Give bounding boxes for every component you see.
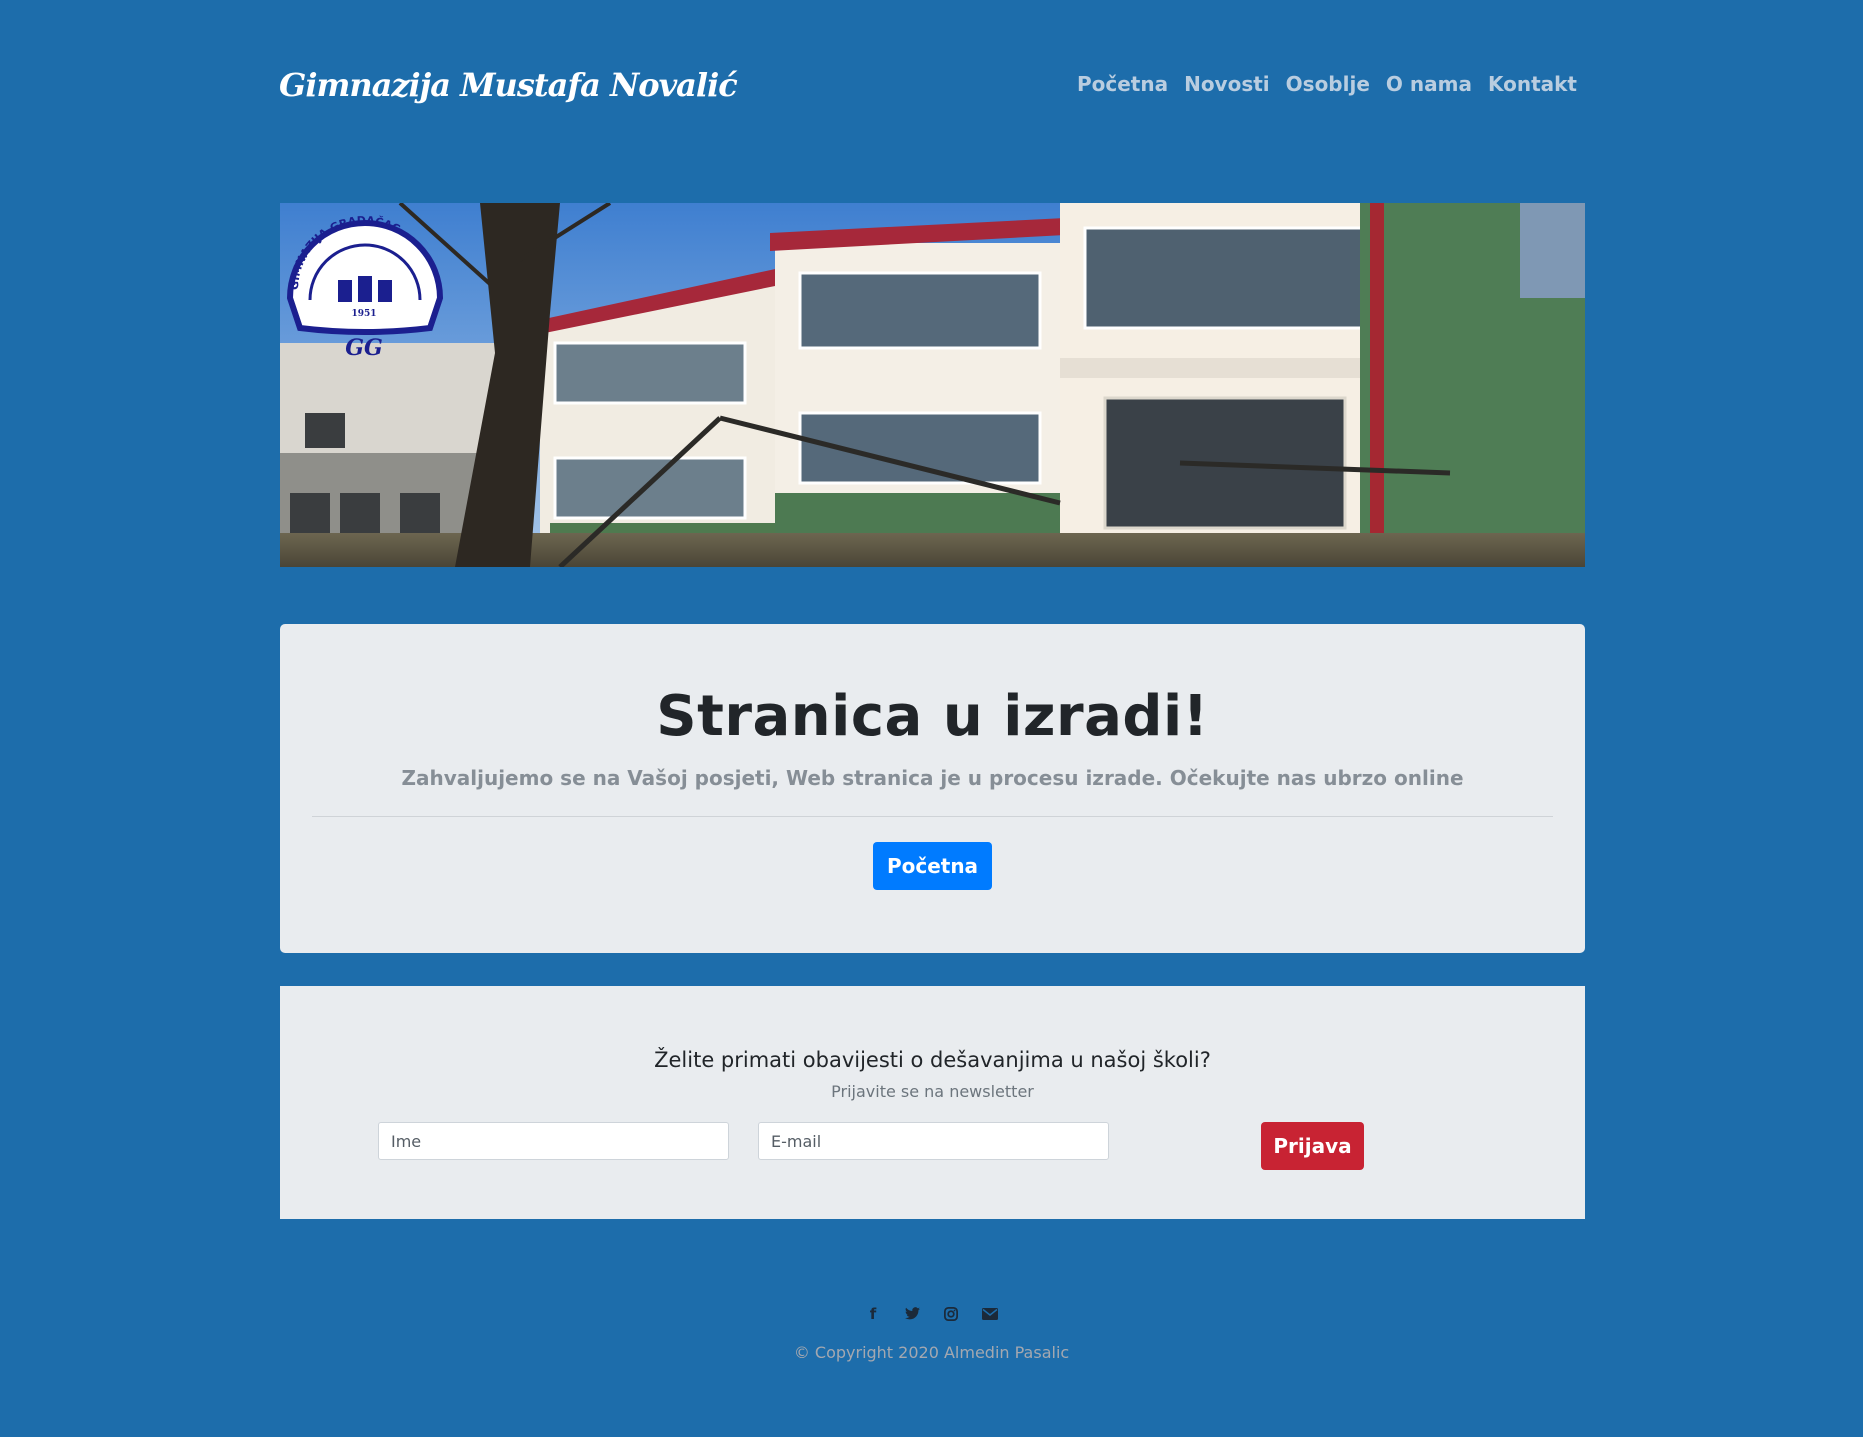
twitter-icon[interactable] [903, 1304, 922, 1323]
subscribe-button[interactable]: Prijava [1261, 1122, 1364, 1170]
lead-text: Zahvaljujemo se na Vašoj posjeti, Web st… [401, 766, 1464, 790]
facebook-icon[interactable]: f [864, 1304, 883, 1323]
email-icon[interactable] [981, 1304, 1000, 1323]
copyright-text: © Copyright 2020 Almedin Pasalic [793, 1343, 1070, 1362]
home-button[interactable]: Početna [873, 842, 992, 890]
divider [312, 816, 1553, 817]
main-nav: Početna Novosti Osoblje O nama Kontakt [1077, 72, 1577, 96]
nav-link-osoblje[interactable]: Osoblje [1286, 72, 1370, 96]
under-construction-panel: Stranica u izradi! Zahvaljujemo se na Va… [280, 624, 1585, 953]
svg-text:1951: 1951 [351, 309, 376, 319]
page-title: Stranica u izradi! [656, 684, 1209, 749]
nav-link-novosti[interactable]: Novosti [1184, 72, 1270, 96]
hero-school-photo: GIMNAZIJA GRADAČAC 1951 GG [280, 203, 1585, 567]
page: Gimnazija Mustafa Novalić Početna Novost… [0, 0, 1863, 1437]
newsletter-title: Želite primati obavijesti o dešavanjima … [654, 1048, 1211, 1072]
social-links: f [0, 1304, 1863, 1323]
email-input[interactable] [758, 1122, 1109, 1160]
nav-link-kontakt[interactable]: Kontakt [1488, 72, 1577, 96]
site-brand[interactable]: Gimnazija Mustafa Novalić [279, 66, 738, 104]
newsletter-subtitle: Prijavite se na newsletter [831, 1082, 1034, 1101]
nav-link-o-nama[interactable]: O nama [1386, 72, 1472, 96]
newsletter-panel: Želite primati obavijesti o dešavanjima … [280, 986, 1585, 1219]
name-input[interactable] [378, 1122, 729, 1160]
instagram-icon[interactable] [942, 1304, 961, 1323]
svg-text:GG: GG [345, 335, 383, 361]
nav-link-pocetna[interactable]: Početna [1077, 72, 1168, 96]
